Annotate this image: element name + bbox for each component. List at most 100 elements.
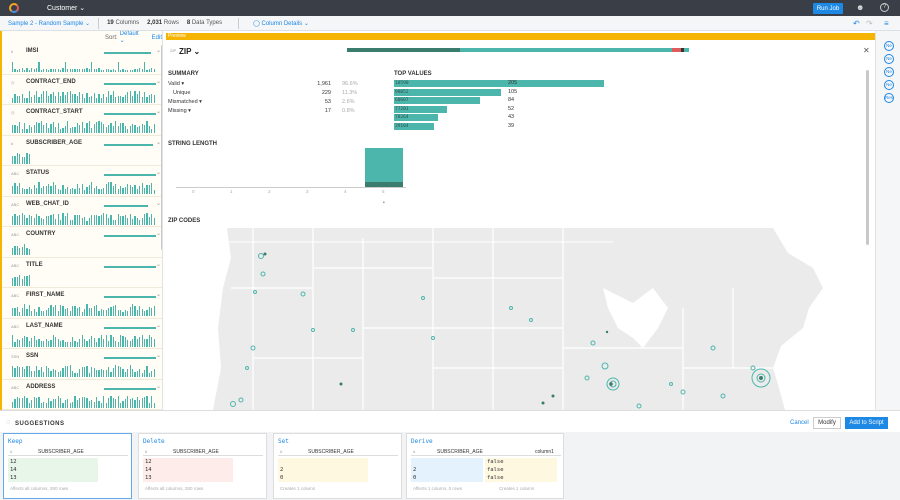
column-item[interactable]: ABC LAST_NAME ⌄: [2, 319, 162, 349]
top-value-bar[interactable]: 10590: [394, 80, 604, 87]
quality-mismatched-segment[interactable]: [671, 48, 681, 52]
column-histogram[interactable]: [12, 304, 155, 316]
column-title[interactable]: ZIP ⌄: [179, 47, 200, 56]
zip-codes-map[interactable]: [213, 228, 864, 410]
summary-row[interactable]: Mismatched ▾ 53 2.6%: [168, 99, 358, 107]
column-histogram[interactable]: [12, 121, 155, 133]
quality-other-segment[interactable]: [460, 48, 672, 52]
column-quality-bar[interactable]: [104, 235, 156, 237]
summary-label[interactable]: Mismatched ▾: [168, 99, 202, 105]
column-histogram[interactable]: [12, 152, 155, 164]
column-item[interactable]: ABC WEB_CHAT_ID ⌄: [2, 197, 162, 227]
sort-bar: Sort: Default ⌄ Edit: [2, 31, 162, 44]
column-histogram[interactable]: [12, 274, 155, 286]
close-icon[interactable]: ✕: [863, 46, 870, 55]
column-quality-bar[interactable]: [104, 82, 156, 85]
column-details-dropdown[interactable]: ◯ Column Details ⌄: [253, 20, 309, 27]
column-item[interactable]: ABC ADDRESS ⌄: [2, 380, 162, 410]
column-item[interactable]: ABC COUNTRY ⌄: [2, 227, 162, 258]
user-icon[interactable]: ☻: [856, 3, 864, 12]
column-name: FIRST_NAME: [26, 292, 65, 298]
app-logo-icon[interactable]: [9, 3, 19, 13]
string-length-bar[interactable]: [365, 148, 403, 187]
histogram-bar: [79, 68, 81, 72]
histogram-bar: [96, 215, 98, 225]
column-item[interactable]: ABC STATUS ⌄: [2, 166, 162, 197]
column-quality-bar[interactable]: [104, 387, 156, 390]
modify-button[interactable]: Modify: [813, 417, 841, 429]
suggestion-card-keep[interactable]: Keep # SUBSCRIBER_AGE 12 14 13 Affects al…: [3, 433, 132, 499]
column-histogram[interactable]: [12, 334, 155, 347]
chevron-down-icon[interactable]: ⌄: [156, 261, 161, 268]
sort-dropdown[interactable]: Default ⌄: [120, 31, 142, 44]
help-icon[interactable]: ?: [880, 3, 889, 12]
column-quality-bar[interactable]: [104, 326, 156, 329]
column-item[interactable]: # SUBSCRIBER_AGE ⌄: [2, 136, 162, 166]
histogram-bar: [100, 402, 102, 408]
summary-row[interactable]: Unique 229 11.3%: [168, 90, 358, 98]
histogram-bar: [132, 338, 134, 347]
column-quality-bar[interactable]: [104, 265, 156, 268]
summary-label[interactable]: Valid ▾: [168, 81, 184, 87]
column-histogram[interactable]: [12, 60, 155, 72]
top-value-bar[interactable]: 77201: [394, 105, 447, 113]
sample-selector[interactable]: Sample 2 - Random Sample ⌄: [8, 20, 90, 27]
summary-row[interactable]: Valid ▾ 1,961 96.6%: [168, 81, 358, 89]
histogram-bar: [98, 400, 100, 408]
top-value-bar[interactable]: 60607: [394, 97, 481, 104]
rail-tool-icon[interactable]: Ne: [884, 67, 894, 77]
column-quality-bar[interactable]: [104, 143, 154, 146]
quality-missing-segment[interactable]: [680, 48, 685, 52]
rail-tool-icon[interactable]: Ne: [884, 41, 894, 51]
detail-scrollbar[interactable]: [866, 70, 869, 245]
suggestion-card-delete[interactable]: Delete # SUBSCRIBER_AGE 12 14 13 Affects …: [138, 433, 267, 499]
column-quality-bar[interactable]: [104, 357, 156, 359]
chevron-down-icon[interactable]: ⌄: [156, 383, 161, 390]
column-quality-bar[interactable]: [104, 296, 156, 298]
chevron-down-icon[interactable]: ⌄: [156, 322, 161, 329]
chevron-down-icon[interactable]: ⌄: [156, 291, 161, 298]
column-item[interactable]: ◷ CONTRACT_END ⌄: [2, 75, 162, 105]
column-quality-bar[interactable]: [104, 204, 149, 207]
summary-row[interactable]: Missing ▾ 17 0.8%: [168, 108, 358, 116]
redo-icon[interactable]: ↷: [866, 19, 873, 28]
top-value-bar[interactable]: 98052: [394, 88, 502, 96]
column-item[interactable]: ABC FIRST_NAME ⌄: [2, 288, 162, 319]
column-histogram[interactable]: [12, 365, 155, 377]
undo-icon[interactable]: ↶: [853, 19, 860, 28]
chevron-down-icon[interactable]: ⌄: [156, 352, 161, 359]
column-item[interactable]: ◷ CONTRACT_START ⌄: [2, 105, 162, 136]
column-histogram[interactable]: [12, 90, 155, 103]
column-item[interactable]: # IMSI ⌄: [2, 44, 162, 75]
histogram-bar: [91, 62, 93, 72]
suggestion-card-set[interactable]: Set # SUBSCRIBER_AGE 2 0 Creates 1 column: [273, 433, 402, 499]
column-histogram[interactable]: [12, 182, 155, 194]
column-list-scrollbar[interactable]: [161, 45, 162, 250]
add-to-script-button[interactable]: Add to Script: [845, 417, 888, 429]
summary-count: 229: [321, 90, 331, 96]
run-job-button[interactable]: Run Job: [813, 3, 843, 14]
column-quality-bar[interactable]: [104, 52, 151, 54]
rail-tool-icon[interactable]: Ne: [884, 54, 894, 64]
rail-tool-icon[interactable]: Ne: [884, 80, 894, 90]
flow-title[interactable]: Customer ⌄: [47, 4, 85, 12]
column-quality-bar[interactable]: [104, 174, 156, 176]
column-histogram[interactable]: [12, 243, 155, 255]
top-value-bar[interactable]: 78264: [394, 114, 439, 121]
data-quality-bar[interactable]: [347, 48, 689, 52]
column-item[interactable]: SSN SSN ⌄: [2, 349, 162, 380]
column-item[interactable]: ABC TITLE ⌄: [2, 258, 162, 288]
summary-label[interactable]: Unique: [173, 90, 190, 96]
column-quality-bar[interactable]: [104, 113, 156, 115]
summary-label[interactable]: Missing ▾: [168, 108, 191, 114]
top-value-bar[interactable]: 39104: [394, 122, 434, 130]
quality-valid-segment[interactable]: [347, 48, 460, 52]
column-histogram[interactable]: [12, 395, 155, 408]
column-histogram[interactable]: [12, 212, 155, 225]
edit-link[interactable]: Edit: [152, 35, 162, 41]
transformer-panel-icon[interactable]: ≡: [884, 19, 889, 28]
suggestion-card-derive[interactable]: Derive # SUBSCRIBER_AGE column1 2 0 false …: [406, 433, 564, 499]
histogram-bar: [122, 401, 124, 408]
cancel-button[interactable]: Cancel: [790, 420, 809, 426]
rail-tool-icon[interactable]: Res: [884, 93, 894, 103]
